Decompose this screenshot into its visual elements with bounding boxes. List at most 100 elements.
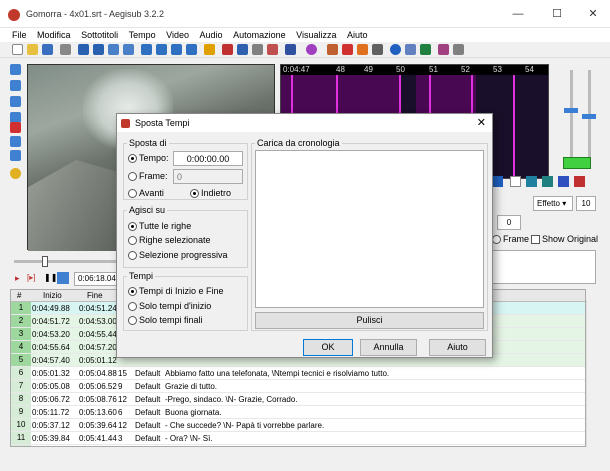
show-original-checkbox[interactable] — [531, 235, 540, 244]
resample-icon[interactable] — [342, 44, 353, 55]
kanji-icon[interactable] — [372, 44, 383, 55]
row-cps: 9 — [118, 382, 123, 391]
jump-end-icon[interactable] — [156, 44, 167, 55]
drag-tool-icon[interactable] — [10, 80, 21, 91]
row-number: 3 — [11, 328, 31, 340]
frame-radio[interactable] — [492, 235, 501, 244]
table-row[interactable]: 7 0:05:05.08 0:05:06.52 9 Default Grazie di t… — [11, 380, 585, 393]
time-input[interactable]: 0:00:00.00 — [173, 151, 243, 166]
time-radio-label: Tempo: — [139, 153, 169, 163]
cancel-button[interactable]: Annulla — [360, 339, 417, 356]
vector-clip-tool-icon[interactable] — [10, 150, 21, 161]
open-file-icon[interactable] — [27, 44, 38, 55]
set-end-icon[interactable] — [186, 44, 197, 55]
spell-check-icon[interactable] — [405, 44, 416, 55]
automation-icon[interactable] — [285, 44, 296, 55]
table-row[interactable]: 8 0:05:06.72 0:05:08.76 12 Default -Prego, si… — [11, 393, 585, 406]
layer-field[interactable]: 10 — [576, 196, 596, 211]
audio-commit-icon[interactable] — [492, 176, 503, 187]
menu-audio[interactable]: Audio — [196, 28, 227, 42]
jump-start-icon[interactable] — [141, 44, 152, 55]
jump-icon[interactable] — [78, 44, 89, 55]
attachments-icon[interactable] — [252, 44, 263, 55]
link-toggle-button[interactable] — [563, 157, 591, 169]
frame-input[interactable]: 0 — [173, 169, 243, 184]
frame-radio[interactable] — [128, 172, 137, 181]
minimize-button[interactable]: — — [510, 6, 526, 22]
snap-icon[interactable] — [204, 44, 215, 55]
set-start-icon[interactable] — [171, 44, 182, 55]
all-rows-radio[interactable] — [128, 222, 137, 231]
end-only-radio[interactable] — [128, 316, 137, 325]
karaoke-icon[interactable] — [574, 176, 585, 187]
selected-rows-radio[interactable] — [128, 236, 137, 245]
options-icon[interactable] — [420, 44, 431, 55]
dialog-close-button[interactable]: ✕ — [477, 114, 486, 132]
zoom-icon[interactable] — [93, 44, 104, 55]
open-video-icon[interactable] — [60, 44, 71, 55]
start-only-radio[interactable] — [128, 302, 137, 311]
zoom-slider-knob[interactable] — [564, 108, 578, 113]
table-row[interactable]: 11 0:05:39.84 0:05:41.44 3 Default - Ora? \N-… — [11, 432, 585, 445]
translation-icon[interactable] — [327, 44, 338, 55]
menu-automation[interactable]: Automazione — [229, 28, 290, 42]
menu-view[interactable]: Visualizza — [292, 28, 340, 42]
table-row[interactable]: 9 0:05:11.72 0:05:13.60 6 Default Buona giorn… — [11, 406, 585, 419]
fonts-icon[interactable] — [267, 44, 278, 55]
menu-help[interactable]: Aiuto — [343, 28, 372, 42]
close-button[interactable]: ✕ — [585, 6, 601, 22]
seek-thumb[interactable] — [42, 256, 48, 267]
save-file-icon[interactable] — [42, 44, 53, 55]
time-radio[interactable] — [128, 154, 137, 163]
margin-field[interactable]: 0 — [497, 215, 521, 230]
table-row[interactable]: 6 0:05:01.32 0:05:04.88 15 Default Abbiamo fa… — [11, 367, 585, 380]
menu-timing[interactable]: Tempo — [125, 28, 160, 42]
auto-scroll-icon[interactable] — [542, 176, 553, 187]
pause-icon[interactable]: ❚❚ — [44, 273, 57, 282]
timing-post-icon[interactable] — [357, 44, 368, 55]
play-line-icon[interactable]: [▸] — [27, 273, 35, 282]
start-end-radio[interactable] — [128, 287, 137, 296]
scale-tool-icon[interactable] — [10, 122, 21, 133]
progressive-radio[interactable] — [128, 251, 137, 260]
grid-scrollbar[interactable] — [586, 300, 598, 447]
replace-icon[interactable] — [123, 44, 134, 55]
properties-icon[interactable] — [237, 44, 248, 55]
menu-video[interactable]: Video — [162, 28, 193, 42]
clip-tool-icon[interactable] — [10, 136, 21, 147]
spectrum-icon[interactable] — [558, 176, 569, 187]
shift-times-icon[interactable] — [390, 44, 401, 55]
rotate-z-tool-icon[interactable] — [10, 96, 21, 107]
row-style: Default — [135, 421, 161, 430]
clear-history-button[interactable]: Pulisci — [255, 312, 484, 329]
auto-commit-icon[interactable] — [510, 176, 521, 187]
autoscroll-video-icon[interactable] — [57, 272, 69, 284]
play-icon[interactable]: ▸ — [15, 273, 20, 284]
standard-tool-icon[interactable] — [10, 64, 21, 75]
auto-next-icon[interactable] — [526, 176, 537, 187]
row-text: - Che succede? \N- Papà ti vorrebbe parl… — [165, 421, 325, 430]
ok-button[interactable]: OK — [303, 339, 353, 356]
new-file-icon[interactable] — [12, 44, 23, 55]
show-original-label: Show Original — [542, 234, 599, 244]
help-button[interactable]: Aiuto — [429, 339, 486, 356]
subtitle-text-edit[interactable] — [490, 250, 596, 284]
styles-icon[interactable] — [222, 44, 233, 55]
history-list[interactable] — [255, 150, 484, 308]
menu-subtitles[interactable]: Sottotitoli — [77, 28, 122, 42]
backward-radio[interactable] — [190, 189, 199, 198]
forward-radio[interactable] — [128, 189, 137, 198]
help-tool-icon[interactable] — [10, 168, 21, 179]
horizontal-zoom-slider[interactable] — [570, 70, 573, 165]
volume-slider-knob[interactable] — [582, 114, 596, 119]
maximize-button[interactable]: ☐ — [549, 6, 565, 22]
search-icon[interactable] — [108, 44, 119, 55]
table-row[interactable]: 120:05:43.200:05:44.485DefaultDove vai? — [11, 445, 585, 446]
menu-file[interactable]: File — [0, 28, 31, 42]
styling-assistant-icon[interactable] — [306, 44, 317, 55]
menu-edit[interactable]: Modifica — [33, 28, 75, 42]
hotkeys-icon[interactable] — [438, 44, 449, 55]
grid-toggle-icon[interactable] — [453, 44, 464, 55]
effect-field[interactable]: Effetto ▾ — [533, 196, 573, 211]
table-row[interactable]: 10 0:05:37.12 0:05:39.64 12 Default - Che suc… — [11, 419, 585, 432]
